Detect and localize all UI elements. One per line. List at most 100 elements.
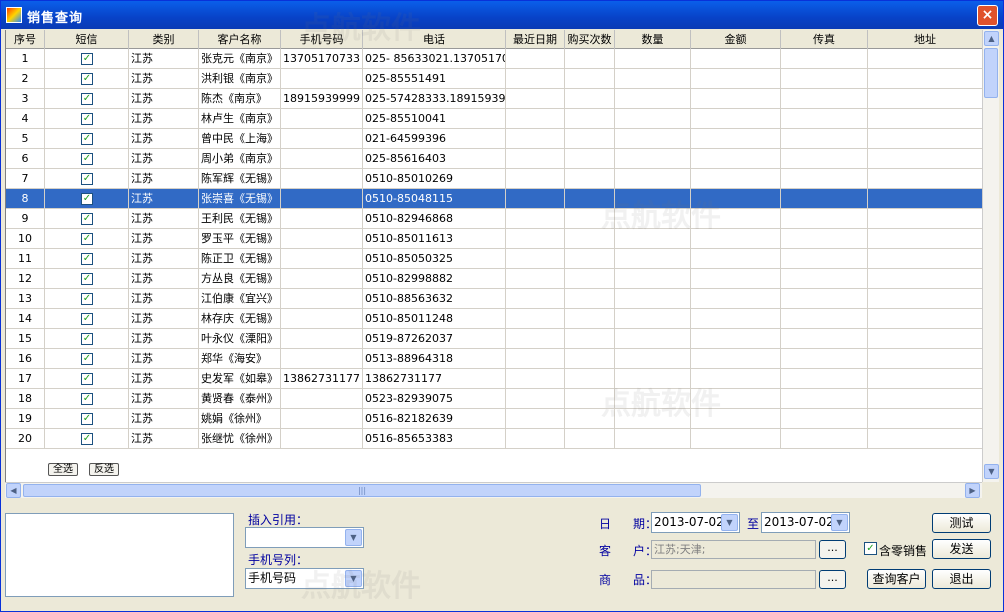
date-from-picker[interactable]: 2013-07-02 ▼ bbox=[651, 512, 740, 533]
cell-empty bbox=[506, 209, 565, 229]
product-field[interactable] bbox=[651, 570, 816, 589]
sms-checkbox[interactable]: ✓ bbox=[81, 153, 93, 165]
cell-empty bbox=[565, 389, 615, 409]
sms-checkbox[interactable]: ✓ bbox=[81, 233, 93, 245]
table-row[interactable]: 4 ✓ 江苏 林卢生《南京》 025-85510041 bbox=[6, 109, 982, 129]
window-title: 销售查询 bbox=[27, 11, 84, 26]
column-header[interactable]: 序号 bbox=[6, 30, 45, 49]
table-row[interactable]: 9 ✓ 江苏 王利民《无锡》 0510-82946868 bbox=[6, 209, 982, 229]
sms-checkbox[interactable]: ✓ bbox=[81, 373, 93, 385]
customer-grid[interactable]: 序号 短信 类别 客户名称 手机号码 电话 最近日期 购买次数 数量 金额 传真 地址 1 ✓ 江苏 张克元… bbox=[5, 30, 982, 482]
sms-checkbox[interactable]: ✓ bbox=[81, 73, 93, 85]
chevron-down-icon[interactable]: ▼ bbox=[345, 570, 362, 587]
product-browse-button[interactable]: ... bbox=[819, 570, 846, 589]
column-header[interactable]: 购买次数 bbox=[565, 30, 615, 49]
table-row[interactable]: 13 ✓ 江苏 江伯康《宜兴》 0510-88563632 bbox=[6, 289, 982, 309]
table-row[interactable]: 17 ✓ 江苏 史发军《如皋》 13862731177 13862731177 bbox=[6, 369, 982, 389]
sms-checkbox[interactable]: ✓ bbox=[81, 273, 93, 285]
table-row[interactable]: 10 ✓ 江苏 罗玉平《无锡》 0510-85011613 bbox=[6, 229, 982, 249]
column-header[interactable]: 手机号码 bbox=[281, 30, 363, 49]
sms-checkbox[interactable]: ✓ bbox=[81, 333, 93, 345]
horizontal-scrollbar[interactable]: ◀ ||| ▶ bbox=[5, 482, 982, 498]
table-row[interactable]: 7 ✓ 江苏 陈军辉《无锡》 0510-85010269 bbox=[6, 169, 982, 189]
column-header[interactable]: 客户名称 bbox=[199, 30, 281, 49]
sms-checkbox[interactable]: ✓ bbox=[81, 293, 93, 305]
cell-name: 张继忧《徐州》 bbox=[199, 429, 281, 449]
cell-name: 张克元《南京》 bbox=[199, 49, 281, 69]
chevron-down-icon[interactable]: ▼ bbox=[831, 514, 848, 531]
close-button[interactable]: × bbox=[977, 5, 998, 26]
column-header[interactable]: 传真 bbox=[781, 30, 868, 49]
select-all-button[interactable]: 全选 bbox=[48, 463, 78, 476]
scroll-down-icon[interactable]: ▼ bbox=[984, 464, 999, 479]
horizontal-scroll-thumb[interactable]: ||| bbox=[23, 484, 701, 497]
cell-empty bbox=[868, 249, 982, 269]
table-row[interactable]: 8 ✓ 江苏 张崇喜《无锡》 0510-85048115 bbox=[6, 189, 982, 209]
sms-checkbox[interactable]: ✓ bbox=[81, 253, 93, 265]
sms-checkbox[interactable]: ✓ bbox=[81, 393, 93, 405]
sms-checkbox[interactable]: ✓ bbox=[81, 133, 93, 145]
table-row[interactable]: 2 ✓ 江苏 洪利银《南京》 025-85551491 bbox=[6, 69, 982, 89]
message-textarea[interactable] bbox=[5, 513, 234, 597]
table-row[interactable]: 3 ✓ 江苏 陈杰《南京》 18915939999 025-57428333.189159… bbox=[6, 89, 982, 109]
date-to-picker[interactable]: 2013-07-02 ▼ bbox=[761, 512, 850, 533]
scroll-left-icon[interactable]: ◀ bbox=[6, 483, 21, 498]
scroll-up-icon[interactable]: ▲ bbox=[984, 31, 999, 46]
test-button[interactable]: 测试 bbox=[932, 513, 991, 533]
cell-name: 江伯康《宜兴》 bbox=[199, 289, 281, 309]
customer-label-a: 客 bbox=[599, 544, 612, 558]
scroll-right-icon[interactable]: ▶ bbox=[965, 483, 980, 498]
sms-checkbox[interactable]: ✓ bbox=[81, 173, 93, 185]
insert-ref-select[interactable]: ▼ bbox=[245, 527, 364, 548]
table-row[interactable]: 6 ✓ 江苏 周小弟《南京》 025-85616403 bbox=[6, 149, 982, 169]
column-header[interactable]: 地址 bbox=[868, 30, 982, 49]
sms-checkbox[interactable]: ✓ bbox=[81, 113, 93, 125]
sms-checkbox[interactable]: ✓ bbox=[81, 413, 93, 425]
sms-checkbox[interactable]: ✓ bbox=[81, 213, 93, 225]
table-row[interactable]: 11 ✓ 江苏 陈正卫《无锡》 0510-85050325 bbox=[6, 249, 982, 269]
table-row[interactable]: 12 ✓ 江苏 方丛良《无锡》 0510-82998882 bbox=[6, 269, 982, 289]
chevron-down-icon[interactable]: ▼ bbox=[345, 529, 362, 546]
exit-button[interactable]: 退出 bbox=[932, 569, 991, 589]
sms-checkbox[interactable]: ✓ bbox=[81, 313, 93, 325]
vertical-scrollbar[interactable]: ▲ ▼ bbox=[982, 30, 999, 482]
sms-checkbox[interactable]: ✓ bbox=[81, 53, 93, 65]
column-header[interactable]: 短信 bbox=[45, 30, 129, 49]
send-button[interactable]: 发送 bbox=[932, 539, 991, 559]
table-row[interactable]: 15 ✓ 江苏 叶永仪《溧阳》 0519-87262037 bbox=[6, 329, 982, 349]
column-header[interactable]: 最近日期 bbox=[506, 30, 565, 49]
customer-browse-button[interactable]: ... bbox=[819, 540, 846, 559]
cell-empty bbox=[565, 369, 615, 389]
sms-checkbox[interactable]: ✓ bbox=[81, 433, 93, 445]
table-row[interactable]: 16 ✓ 江苏 郑华《海安》 0513-88964318 bbox=[6, 349, 982, 369]
invert-selection-button[interactable]: 反选 bbox=[89, 463, 119, 476]
cell-mobile bbox=[281, 229, 363, 249]
table-row[interactable]: 19 ✓ 江苏 姚娟《徐州》 0516-82182639 bbox=[6, 409, 982, 429]
sms-checkbox[interactable]: ✓ bbox=[81, 193, 93, 205]
table-row[interactable]: 20 ✓ 江苏 张继忧《徐州》 0516-85653383 bbox=[6, 429, 982, 449]
vertical-scroll-thumb[interactable] bbox=[984, 48, 998, 98]
column-header[interactable]: 数量 bbox=[615, 30, 691, 49]
cell-mobile: 13862731177 bbox=[281, 369, 363, 389]
table-row[interactable]: 18 ✓ 江苏 黄贤春《泰州》 0523-82939075 bbox=[6, 389, 982, 409]
title-bar[interactable]: 销售查询 × bbox=[1, 1, 1003, 29]
include-zero-checkbox[interactable]: ✓ bbox=[864, 542, 877, 555]
cell-no: 15 bbox=[6, 329, 45, 349]
cell-mobile bbox=[281, 329, 363, 349]
table-row[interactable]: 1 ✓ 江苏 张克元《南京》 13705170733 025- 85633021.1370… bbox=[6, 49, 982, 69]
cell-phone: 0516-82182639 bbox=[363, 409, 506, 429]
column-header[interactable]: 类别 bbox=[129, 30, 199, 49]
cell-empty bbox=[506, 89, 565, 109]
mobile-col-select[interactable]: 手机号码 ▼ bbox=[245, 568, 364, 589]
column-header[interactable]: 金额 bbox=[691, 30, 781, 49]
chevron-down-icon[interactable]: ▼ bbox=[721, 514, 738, 531]
table-row[interactable]: 14 ✓ 江苏 林存庆《无锡》 0510-85011248 bbox=[6, 309, 982, 329]
query-customer-button[interactable]: 查询客户 bbox=[867, 569, 926, 589]
sms-checkbox[interactable]: ✓ bbox=[81, 93, 93, 105]
cell-empty bbox=[781, 249, 868, 269]
table-row[interactable]: 5 ✓ 江苏 曾中民《上海》 021-64599396 bbox=[6, 129, 982, 149]
customer-field[interactable]: 江苏;天津; bbox=[651, 540, 816, 559]
sms-checkbox[interactable]: ✓ bbox=[81, 353, 93, 365]
column-header[interactable]: 电话 bbox=[363, 30, 506, 49]
cell-empty bbox=[565, 289, 615, 309]
